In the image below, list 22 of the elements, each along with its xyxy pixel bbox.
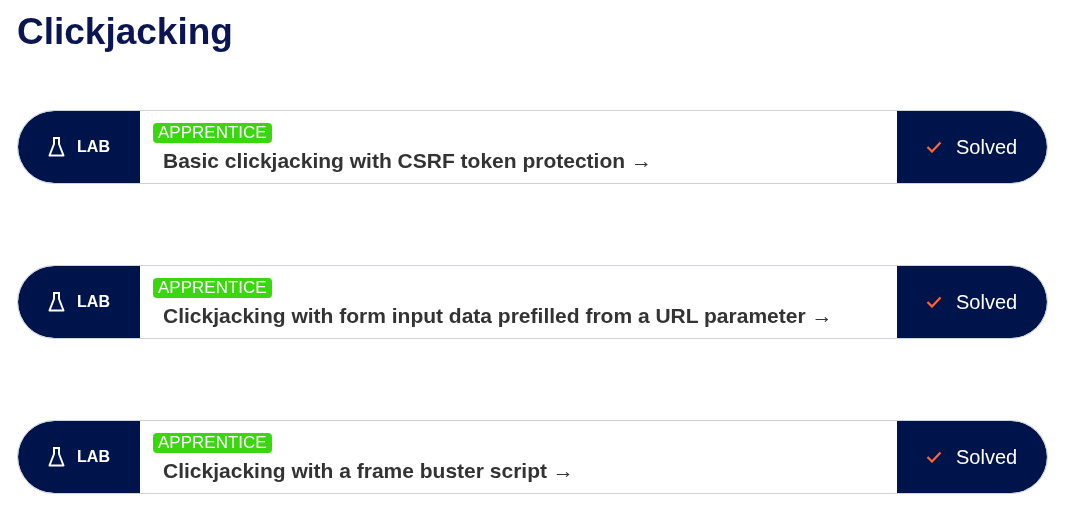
lab-label: LAB <box>77 447 110 467</box>
level-badge: APPRENTICE <box>153 433 272 453</box>
level-badge: APPRENTICE <box>153 123 272 143</box>
status-label: Solved <box>956 135 1018 160</box>
lab-label: LAB <box>77 137 110 157</box>
page-heading: Clickjacking <box>17 10 233 54</box>
flask-icon <box>48 292 66 312</box>
lab-title-link[interactable]: Clickjacking with form input data prefilled from a URL parameter → <box>163 304 833 328</box>
level-badge: APPRENTICE <box>153 278 272 298</box>
status-label: Solved <box>956 290 1018 315</box>
check-icon <box>926 141 942 153</box>
lab-title-link[interactable]: Clickjacking with a frame buster script → <box>163 459 574 483</box>
status-label: Solved <box>956 445 1018 470</box>
flask-icon <box>48 447 66 467</box>
lab-card[interactable]: LAB APPRENTICE Clickjacking with form input data prefilled from a URL parameter → Solved <box>17 265 1048 339</box>
check-icon <box>926 296 942 308</box>
check-icon <box>926 451 942 463</box>
lab-label: LAB <box>77 292 110 312</box>
flask-icon <box>48 137 66 157</box>
lab-card[interactable]: LAB APPRENTICE Clickjacking with a frame buster script → Solved <box>17 420 1048 494</box>
lab-title-link[interactable]: Basic clickjacking with CSRF token protection → <box>163 149 652 173</box>
lab-card[interactable]: LAB APPRENTICE Basic clickjacking with CSRF token protection → Solved <box>17 110 1048 184</box>
